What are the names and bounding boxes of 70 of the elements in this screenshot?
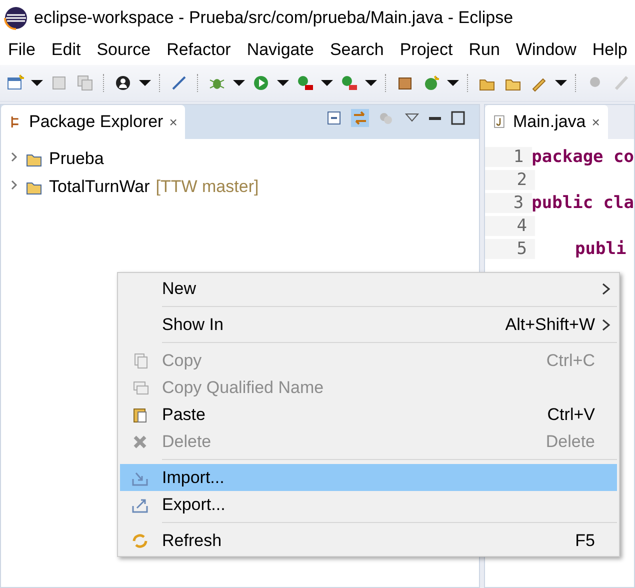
- menu-item[interactable]: Source: [96, 40, 159, 60]
- caret-icon[interactable]: [138, 79, 152, 87]
- project-name: Prueba: [49, 149, 104, 169]
- shortcut-label: Delete: [546, 432, 596, 452]
- refresh-icon: [131, 532, 149, 550]
- menu-item[interactable]: New: [120, 275, 617, 302]
- chevron-icon[interactable]: [9, 179, 19, 191]
- close-button[interactable]: ×: [592, 114, 600, 130]
- clipboard-icon: [131, 406, 149, 424]
- editor-tab[interactable]: Main.java ×: [485, 105, 608, 139]
- save-icon: [50, 74, 68, 92]
- menu-item[interactable]: Navigate: [246, 40, 322, 60]
- eclipse-logo-icon: [4, 6, 28, 30]
- caret-icon[interactable]: [364, 79, 378, 87]
- caret-icon[interactable]: [276, 79, 290, 87]
- caret-icon[interactable]: [30, 79, 44, 87]
- shortcut-label: Alt+Shift+W: [505, 314, 596, 334]
- caret-icon[interactable]: [232, 79, 246, 87]
- new-window-icon: [6, 74, 24, 92]
- tab-label: Main.java: [513, 112, 586, 132]
- window-title: eclipse-workspace - Prueba/src/com/prueba/Main.java - Eclipse: [34, 8, 514, 28]
- menu-item[interactable]: Refresh F5: [120, 527, 617, 554]
- caret-icon[interactable]: [320, 79, 334, 87]
- menu-item[interactable]: Edit: [51, 40, 89, 60]
- project-name: TotalTurnWar: [49, 177, 150, 197]
- caret-icon[interactable]: [554, 79, 568, 87]
- code-line: package co: [532, 146, 634, 166]
- java-file-icon: [493, 114, 507, 130]
- minimize-icon[interactable]: [429, 116, 441, 120]
- line-number: 3: [485, 192, 532, 212]
- code-line: public cla: [532, 192, 634, 212]
- class-icon: [422, 74, 440, 92]
- line-number: 2: [485, 170, 535, 190]
- caret-icon[interactable]: [446, 79, 460, 87]
- git-branch-label: [TTW master]: [156, 177, 259, 197]
- pen-icon: [612, 74, 630, 92]
- chevron-icon[interactable]: [9, 151, 19, 163]
- menu-item[interactable]: Import...: [120, 464, 617, 491]
- maximize-icon: [449, 109, 467, 127]
- code-line: publi: [574, 238, 626, 258]
- menu-item[interactable]: Window: [516, 40, 584, 60]
- tree-item[interactable]: TotalTurnWar [TTW master]: [1, 173, 479, 201]
- tree-item[interactable]: Prueba: [1, 145, 479, 173]
- line-number: 1: [485, 146, 532, 166]
- close-button[interactable]: ×: [169, 114, 178, 130]
- shortcut-label: Ctrl+C: [546, 350, 596, 370]
- run-coverage-icon: [296, 74, 314, 92]
- collapse-all-icon: [325, 109, 343, 127]
- save-all-icon: [76, 74, 94, 92]
- menu-item[interactable]: Help: [592, 40, 635, 60]
- line-number: 5: [485, 238, 535, 258]
- menu-item[interactable]: Search: [330, 40, 392, 60]
- shortcut-label: F5: [575, 530, 596, 550]
- menu-item[interactable]: Show In Alt+Shift+W: [120, 311, 617, 338]
- copy-icon: [131, 378, 149, 396]
- menu-item[interactable]: Run: [468, 40, 508, 60]
- tab-label: Package Explorer: [29, 112, 164, 132]
- menu-item[interactable]: File: [8, 40, 44, 60]
- run-tool-icon: [340, 74, 358, 92]
- shortcut-label: Ctrl+V: [547, 404, 596, 424]
- view-tab[interactable]: Package Explorer ×: [1, 105, 186, 139]
- user-icon: [114, 74, 132, 92]
- menu-item[interactable]: Paste Ctrl+V: [120, 401, 617, 428]
- line-number: 4: [485, 216, 535, 236]
- link-icon: [351, 109, 369, 127]
- run-icon: [252, 74, 270, 92]
- menu-item[interactable]: Refactor: [166, 40, 239, 60]
- menu-item[interactable]: Export...: [120, 491, 617, 518]
- pen-icon: [170, 74, 188, 92]
- menu-item[interactable]: Project: [400, 40, 461, 60]
